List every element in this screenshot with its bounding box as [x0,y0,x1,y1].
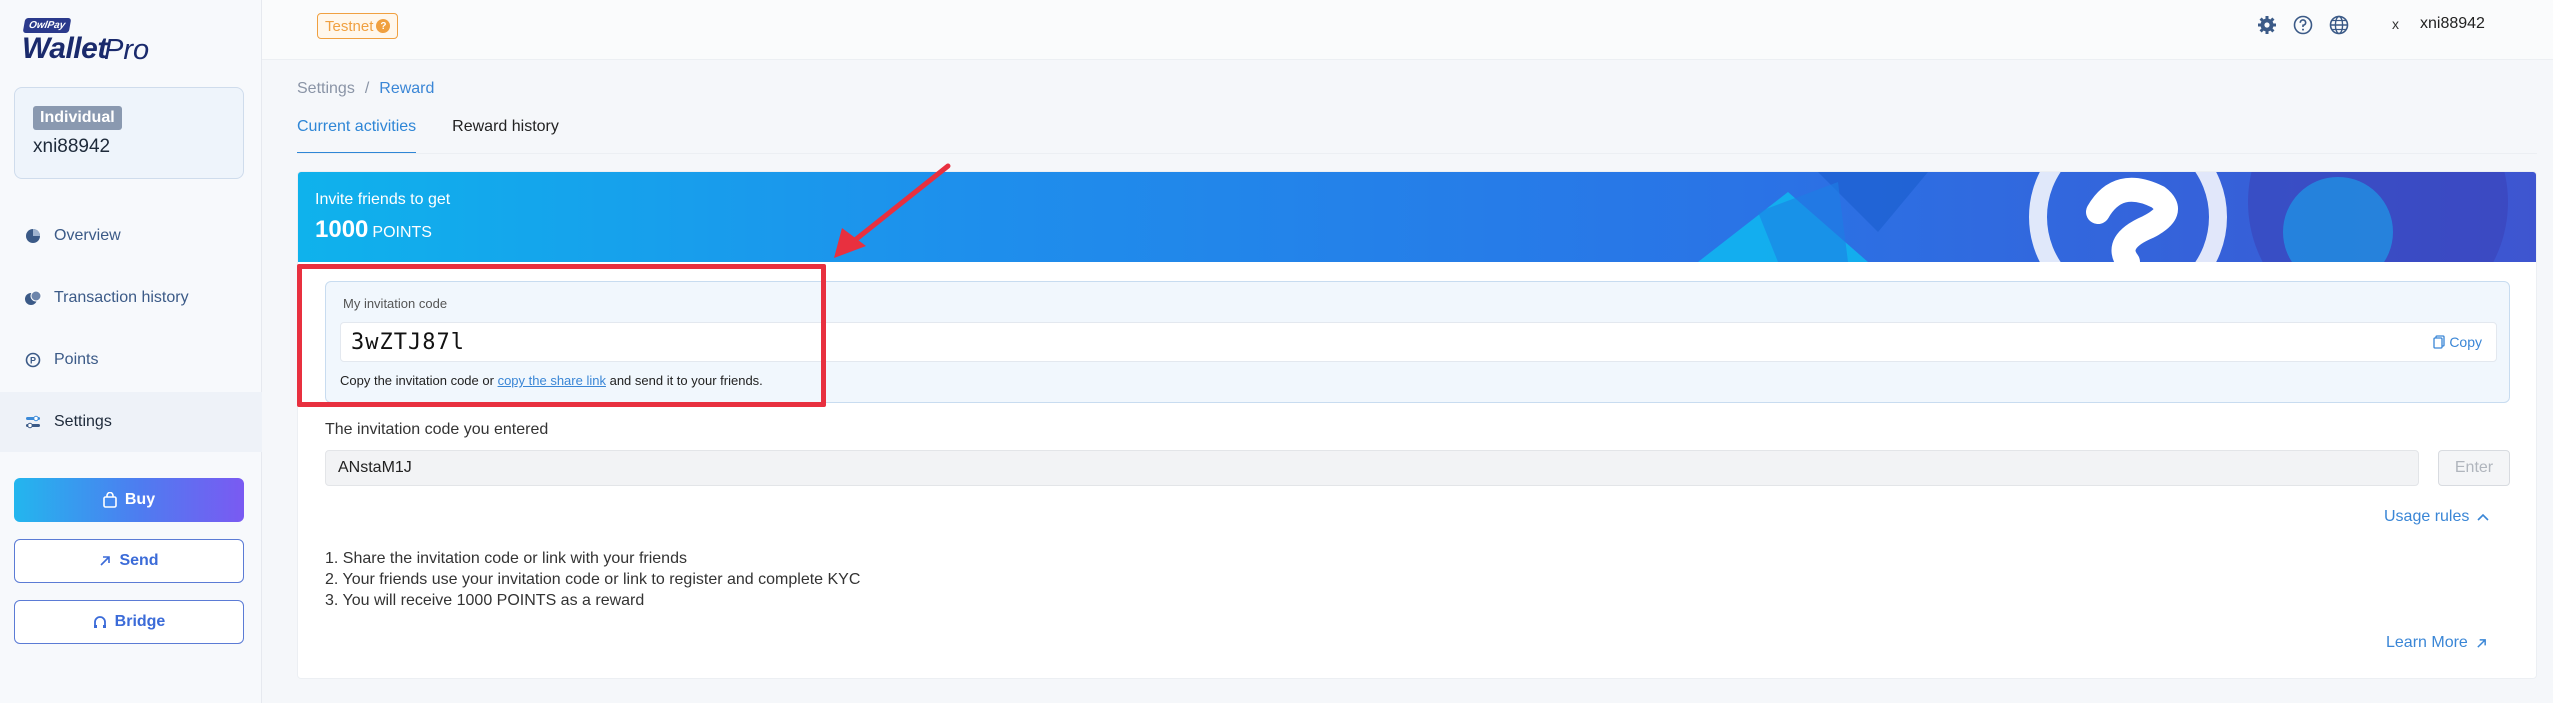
breadcrumb: Settings / Reward [297,80,434,98]
account-username: xni88942 [33,136,111,157]
header-x-mark[interactable]: x [2392,16,2399,32]
arrow-up-right-icon [99,555,111,567]
rule-item: 2. Your friends use your invitation code… [325,571,861,588]
top-header: Testnet ? x xni88942 [262,0,2553,60]
banner-title: Invite friends to get [315,191,451,208]
coins-icon [24,289,42,307]
tab-current-activities[interactable]: Current activities [297,114,417,154]
testnet-label: Testnet [325,17,374,35]
account-card[interactable]: Individual xni88942 [14,87,244,179]
help-icon[interactable] [2292,14,2314,36]
usage-rules-label: Usage rules [2384,508,2470,525]
usage-rules-toggle[interactable]: Usage rules [2384,508,2489,526]
banner-points-value: 1000 [315,216,369,243]
annotation-highlight-box [297,264,826,407]
logo-badge: OwlPay [22,18,72,33]
sidebar-item-label: Settings [54,413,112,430]
banner-decoration [1698,172,2508,262]
rule-item: 1. Share the invitation code or link wit… [325,550,687,567]
sidebar-item-label: Overview [54,227,121,244]
tab-divider [297,153,2537,154]
bridge-icon [93,615,107,629]
points-icon: P [24,351,42,369]
buy-button[interactable]: Buy [14,478,244,522]
header-username[interactable]: xni88942 [2420,15,2485,33]
testnet-badge[interactable]: Testnet ? [317,13,399,39]
copy-button-label: Copy [2449,334,2482,350]
bag-icon [103,492,117,508]
rule-item: 3. You will receive 1000 POINTS as a rew… [325,592,645,609]
entered-code-input[interactable] [325,450,2419,486]
breadcrumb-current: Reward [379,80,435,97]
enter-button[interactable]: Enter [2438,450,2510,486]
account-type-badge: Individual [33,106,122,130]
question-icon: ? [376,19,391,33]
invite-banner: Invite friends to get 1000 POINTS [298,172,2536,262]
chevron-up-icon [2477,513,2489,521]
copy-icon [2433,335,2445,349]
learn-more-link[interactable]: Learn More [2386,634,2487,652]
usage-rules-list: 1. Share the invitation code or link wit… [325,548,860,611]
breadcrumb-separator: / [364,80,370,97]
send-button-label: Send [119,552,159,569]
sidebar-item-label: Points [54,351,99,368]
buy-button-label: Buy [124,491,156,508]
bridge-button[interactable]: Bridge [14,600,244,644]
sidebar-item-settings[interactable]: Settings [0,392,262,452]
pie-chart-icon [24,227,42,245]
sidebar-item-label: Transaction history [54,289,189,306]
send-button[interactable]: Send [14,539,244,583]
annotation-arrow-icon [834,163,951,258]
sidebar-item-overview[interactable]: Overview [0,206,262,266]
svg-text:P: P [30,356,36,366]
learn-more-label: Learn More [2386,634,2468,651]
copy-button[interactable]: Copy [2433,334,2482,350]
sidebar-item-points[interactable]: P Points [0,330,262,390]
breadcrumb-parent[interactable]: Settings [297,80,355,97]
gear-icon[interactable] [2256,14,2278,36]
banner-points-unit: POINTS [372,224,432,241]
logo-wallet-text: Wallet [22,32,107,65]
bridge-button-label: Bridge [114,613,166,630]
tab-reward-history[interactable]: Reward history [452,114,559,154]
reward-panel: Invite friends to get 1000 POINTS My invi… [297,171,2537,679]
tab-bar: Current activities Reward history [297,114,595,154]
sidebar: OwlPay Wallet Pro Individual xni88942 Ov… [0,0,262,703]
banner-points: 1000 POINTS [315,216,432,244]
arrow-up-right-icon [2476,638,2487,649]
sidebar-item-transaction-history[interactable]: Transaction history [0,268,262,328]
entered-code-label: The invitation code you entered [325,421,549,438]
logo-pro-text: Pro [104,34,150,66]
sliders-icon [24,413,42,431]
app-logo[interactable]: OwlPay Wallet Pro [22,18,222,66]
globe-icon[interactable] [2328,14,2350,36]
